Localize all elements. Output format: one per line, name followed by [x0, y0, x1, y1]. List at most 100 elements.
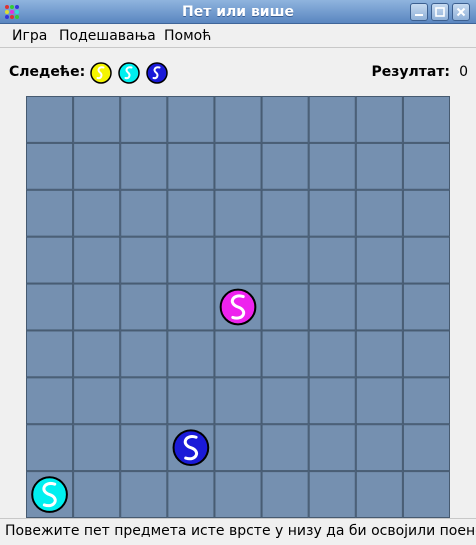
board-cell[interactable] — [120, 236, 168, 284]
title-bar: Пет или више — [0, 0, 476, 24]
board-cell[interactable] — [214, 189, 262, 237]
next-label: Следеће: — [9, 64, 86, 80]
board-cell[interactable] — [167, 471, 215, 518]
board-cell[interactable] — [73, 236, 121, 284]
board-cell[interactable] — [402, 236, 450, 284]
board-cell[interactable] — [120, 189, 168, 237]
board-cell[interactable] — [261, 96, 309, 143]
board-cell[interactable] — [167, 377, 215, 425]
board-cell[interactable] — [261, 424, 309, 472]
ball-blue[interactable] — [172, 429, 210, 467]
menu-settings[interactable]: Подешавања — [59, 28, 156, 44]
minimize-button[interactable] — [410, 3, 428, 21]
board-cell[interactable] — [214, 142, 262, 190]
board-cell[interactable] — [308, 96, 356, 143]
board-cell[interactable] — [167, 283, 215, 331]
board-cell[interactable] — [355, 283, 403, 331]
board-cell[interactable] — [73, 424, 121, 472]
board-cell[interactable] — [402, 424, 450, 472]
board-cell[interactable] — [214, 96, 262, 143]
board-cell[interactable] — [73, 96, 121, 143]
board-cell[interactable] — [120, 471, 168, 518]
board-cell[interactable] — [26, 424, 74, 472]
board-cell[interactable] — [402, 471, 450, 518]
close-button[interactable] — [452, 3, 470, 21]
board-grid[interactable] — [26, 96, 450, 518]
ball-cyan[interactable] — [31, 476, 68, 513]
board-cell[interactable] — [214, 330, 262, 378]
next-ball-cyan — [118, 62, 140, 84]
board-cell[interactable] — [26, 189, 74, 237]
board-cell[interactable] — [26, 142, 74, 190]
menu-bar: Игра Подешавања Помоћ — [0, 24, 476, 48]
board-cell[interactable] — [73, 471, 121, 518]
board-cell[interactable] — [261, 471, 309, 518]
board-cell[interactable] — [355, 189, 403, 237]
minimize-icon — [415, 14, 423, 16]
board-area — [0, 96, 476, 518]
board-cell[interactable] — [308, 330, 356, 378]
ball-magenta[interactable] — [219, 288, 257, 326]
board-cell[interactable] — [120, 96, 168, 143]
board-cell[interactable] — [73, 330, 121, 378]
window-title: Пет или више — [182, 4, 294, 20]
board-cell[interactable] — [355, 96, 403, 143]
board-cell[interactable] — [402, 142, 450, 190]
board-cell[interactable] — [308, 471, 356, 518]
board-cell[interactable] — [402, 330, 450, 378]
board-cell[interactable] — [26, 377, 74, 425]
board-cell[interactable] — [120, 377, 168, 425]
board-cell[interactable] — [26, 283, 74, 331]
board-cell[interactable] — [214, 236, 262, 284]
board-cell[interactable] — [308, 236, 356, 284]
menu-game[interactable]: Игра — [12, 28, 47, 44]
board-cell[interactable] — [73, 189, 121, 237]
maximize-icon — [435, 7, 445, 17]
board-cell[interactable] — [261, 142, 309, 190]
board-cell[interactable] — [214, 471, 262, 518]
game-board[interactable] — [26, 96, 450, 518]
board-cell[interactable] — [167, 330, 215, 378]
board-cell[interactable] — [308, 283, 356, 331]
board-cell[interactable] — [26, 96, 74, 143]
board-cell[interactable] — [308, 142, 356, 190]
board-cell[interactable] — [402, 96, 450, 143]
board-cell[interactable] — [214, 377, 262, 425]
board-cell[interactable] — [73, 283, 121, 331]
board-cell[interactable] — [308, 189, 356, 237]
board-cell[interactable] — [26, 330, 74, 378]
board-cell[interactable] — [73, 142, 121, 190]
board-cell[interactable] — [261, 283, 309, 331]
board-cell[interactable] — [355, 142, 403, 190]
board-cell[interactable] — [73, 377, 121, 425]
board-cell[interactable] — [120, 142, 168, 190]
board-cell[interactable] — [167, 236, 215, 284]
board-cell[interactable] — [167, 189, 215, 237]
board-cell[interactable] — [402, 283, 450, 331]
board-cell[interactable] — [261, 377, 309, 425]
board-cell[interactable] — [308, 424, 356, 472]
board-cell[interactable] — [355, 236, 403, 284]
board-cell[interactable] — [261, 330, 309, 378]
board-cell[interactable] — [120, 330, 168, 378]
board-cell[interactable] — [120, 283, 168, 331]
next-ball-blue — [146, 62, 168, 84]
board-cell[interactable] — [402, 189, 450, 237]
score-label: Резултат: — [371, 64, 450, 80]
board-cell[interactable] — [308, 377, 356, 425]
board-cell[interactable] — [402, 377, 450, 425]
maximize-button[interactable] — [431, 3, 449, 21]
board-cell[interactable] — [355, 377, 403, 425]
board-cell[interactable] — [214, 424, 262, 472]
board-cell[interactable] — [355, 330, 403, 378]
board-cell[interactable] — [167, 142, 215, 190]
next-ball-yellow — [90, 62, 112, 84]
board-cell[interactable] — [167, 96, 215, 143]
board-cell[interactable] — [261, 236, 309, 284]
board-cell[interactable] — [355, 424, 403, 472]
menu-help[interactable]: Помоћ — [164, 28, 211, 44]
board-cell[interactable] — [120, 424, 168, 472]
board-cell[interactable] — [261, 189, 309, 237]
board-cell[interactable] — [26, 236, 74, 284]
board-cell[interactable] — [355, 471, 403, 518]
